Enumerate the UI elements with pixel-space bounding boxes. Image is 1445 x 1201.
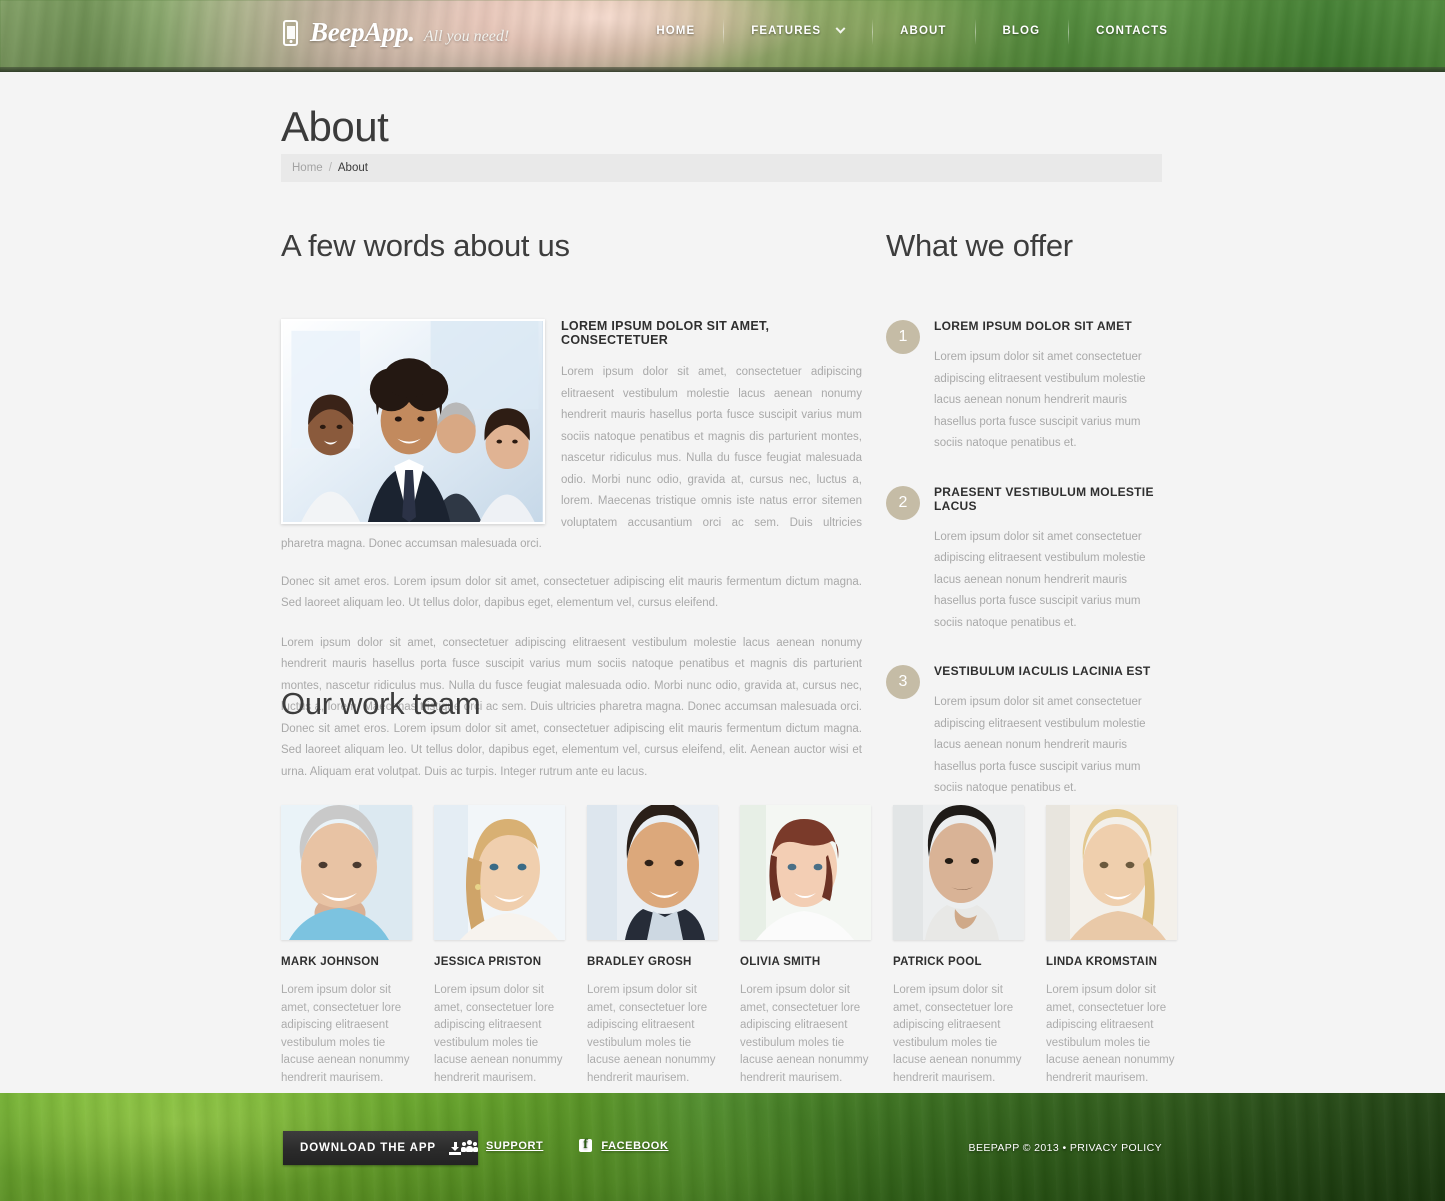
breadcrumb-link-home[interactable]: Home: [292, 162, 323, 174]
smartphone-icon: [283, 19, 298, 46]
team-member-photo[interactable]: [893, 805, 1024, 940]
nav-label: BLOG: [1002, 25, 1041, 37]
logo-tagline: All you need!: [423, 28, 510, 45]
nav-item-home[interactable]: HOME: [628, 25, 723, 37]
team-member-photo[interactable]: [434, 805, 565, 940]
team-grid: MARK JOHNSON Lorem ipsum dolor sit amet,…: [281, 805, 1177, 1087]
nav-label: FEATURES: [751, 25, 822, 37]
team-member-name: OLIVIA SMITH: [740, 956, 821, 968]
chevron-down-icon: [835, 23, 846, 34]
business-team-photo: [283, 321, 543, 522]
logo-text: BeepApp.: [310, 17, 415, 47]
footer-link-facebook[interactable]: FACEBOOK: [579, 1137, 669, 1153]
team-member-bio: Lorem ipsum dolor sit amet, consectetuer…: [281, 984, 410, 1084]
team-member-bio: Lorem ipsum dolor sit amet, consectetuer…: [1046, 984, 1175, 1084]
nav-label: CONTACTS: [1096, 25, 1168, 37]
footer-link-label: FACEBOOK: [601, 1139, 669, 1152]
nav-item-about[interactable]: ABOUT: [872, 19, 974, 45]
nav-item-contacts[interactable]: CONTACTS: [1068, 19, 1168, 45]
breadcrumb: Home / About: [281, 154, 1162, 182]
offer-item-text: Lorem ipsum dolor sit amet consectetuer …: [934, 351, 1146, 449]
offer-heading: What we offer: [886, 228, 1073, 263]
footer-link-label: SUPPORT: [486, 1139, 544, 1152]
team-member-photo[interactable]: [281, 805, 412, 940]
nav-label: ABOUT: [900, 25, 947, 37]
team-member-bio: Lorem ipsum dolor sit amet, consectetuer…: [434, 984, 563, 1084]
offer-item-title: VESTIBULUM IACULIS LACINIA EST: [934, 664, 1151, 678]
team-member-name: PATRICK POOL: [893, 956, 982, 968]
about-paragraph-2: Donec sit amet eros. Lorem ipsum dolor s…: [281, 575, 862, 610]
download-app-button[interactable]: DOWNLOAD THE APP: [283, 1131, 478, 1165]
nav-item-features[interactable]: FEATURES: [723, 19, 872, 45]
team-member-bio: Lorem ipsum dolor sit amet, consectetuer…: [893, 984, 1022, 1084]
team-member-name: BRADLEY GROSH: [587, 956, 692, 968]
team-section: Our work team MARK JOHNSON Lorem ipsum d…: [281, 686, 1177, 1087]
team-member-photo[interactable]: [587, 805, 718, 940]
breadcrumb-current: About: [337, 162, 368, 174]
site-logo[interactable]: BeepApp. All you need!: [283, 17, 509, 48]
offer-item-text: Lorem ipsum dolor sit amet consectetuer …: [934, 530, 1146, 629]
team-member-bio: Lorem ipsum dolor sit amet, consectetuer…: [740, 984, 869, 1084]
site-header: BeepApp. All you need! HOME FEATURES ABO…: [0, 0, 1445, 72]
footer-link-support[interactable]: SUPPORT: [461, 1139, 544, 1152]
team-member-photo[interactable]: [1046, 805, 1177, 940]
team-member-name: LINDA KROMSTAIN: [1046, 956, 1158, 968]
about-heading: A few words about us: [281, 228, 570, 263]
footer-links: SUPPORT FACEBOOK: [461, 1137, 669, 1153]
team-member-name: MARK JOHNSON: [281, 956, 380, 968]
team-member: BRADLEY GROSH Lorem ipsum dolor sit amet…: [587, 805, 718, 1087]
offer-item: 2 PRAESENT VESTIBULUM MOLESTIE LACUS Lor…: [886, 485, 1166, 635]
nav-item-blog[interactable]: BLOG: [974, 19, 1069, 45]
offer-number-badge: 2: [886, 485, 920, 520]
team-member: PATRICK POOL Lorem ipsum dolor sit amet,…: [893, 805, 1024, 1087]
nav-label: HOME: [656, 25, 696, 37]
team-member: OLIVIA SMITH Lorem ipsum dolor sit amet,…: [740, 805, 871, 1087]
main-navigation: HOME FEATURES ABOUT BLOG CONTACTS: [628, 19, 1168, 45]
users-icon: [461, 1139, 478, 1152]
offer-item-title: PRAESENT VESTIBULUM MOLESTIE LACUS: [934, 484, 1154, 513]
about-image: [281, 319, 545, 524]
offer-item-title: LOREM IPSUM DOLOR SIT AMET: [934, 319, 1133, 333]
team-heading: Our work team: [281, 686, 481, 721]
team-member-photo[interactable]: [740, 805, 871, 940]
copyright-text: BEEPAPP © 2013 • PRIVACY POLICY: [968, 1142, 1162, 1154]
team-member: LINDA KROMSTAIN Lorem ipsum dolor sit am…: [1046, 805, 1177, 1087]
team-member-bio: Lorem ipsum dolor sit amet, consectetuer…: [587, 984, 716, 1084]
facebook-icon: [579, 1137, 593, 1153]
offer-item: 1 LOREM IPSUM DOLOR SIT AMET Lorem ipsum…: [886, 319, 1166, 455]
offer-number-badge: 1: [886, 320, 920, 354]
team-member-name: JESSICA PRISTON: [434, 956, 542, 968]
page-title: About: [281, 103, 389, 150]
breadcrumb-separator: /: [328, 162, 332, 174]
team-member: JESSICA PRISTON Lorem ipsum dolor sit am…: [434, 805, 565, 1087]
download-button-label: DOWNLOAD THE APP: [300, 1142, 436, 1154]
site-footer: [0, 1093, 1445, 1201]
team-member: MARK JOHNSON Lorem ipsum dolor sit amet,…: [281, 805, 412, 1087]
download-icon: [449, 1141, 461, 1155]
